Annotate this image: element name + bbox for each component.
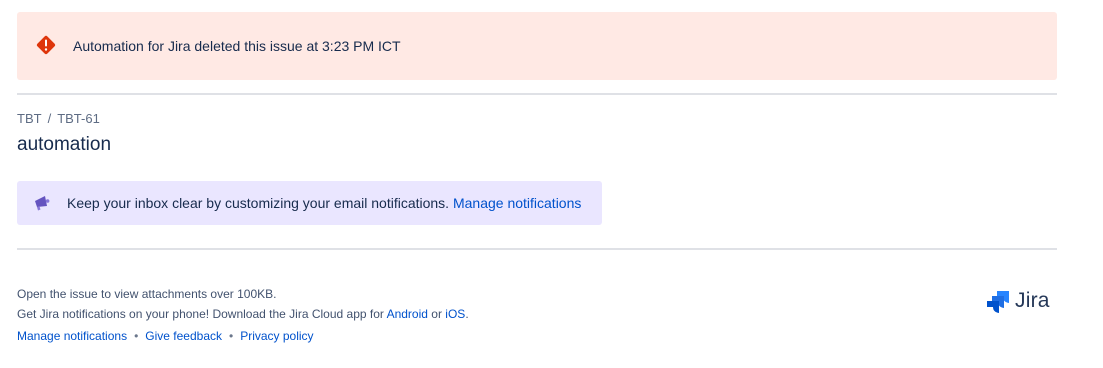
or-text: or bbox=[431, 307, 442, 321]
jira-logo[interactable]: Jira bbox=[985, 289, 1050, 313]
divider bbox=[17, 93, 1057, 95]
manage-notifications-link[interactable]: Manage notifications bbox=[453, 195, 581, 211]
breadcrumb-project-link[interactable]: TBT bbox=[17, 111, 42, 126]
period-text: . bbox=[465, 307, 469, 321]
notification-tip: Keep your inbox clear by customizing you… bbox=[17, 181, 602, 225]
notice-text-line: Keep your inbox clear by customizing you… bbox=[67, 195, 581, 211]
megaphone-icon bbox=[35, 196, 50, 211]
app-note-text: Get Jira notifications on your phone! Do… bbox=[17, 307, 384, 321]
breadcrumb-separator: / bbox=[47, 111, 52, 126]
footer-dot: • bbox=[134, 329, 139, 343]
android-link[interactable]: Android bbox=[387, 307, 428, 321]
ios-link[interactable]: iOS bbox=[445, 307, 465, 321]
attachments-note: Open the issue to view attachments over … bbox=[17, 287, 277, 301]
breadcrumb-issue-link[interactable]: TBT-61 bbox=[57, 111, 100, 126]
jira-logo-icon bbox=[987, 291, 1009, 313]
footer-links: Manage notifications • Give feedback • Priva… bbox=[17, 329, 314, 343]
privacy-policy-link[interactable]: Privacy policy bbox=[240, 329, 313, 343]
banner-message: Automation for Jira deleted this issue a… bbox=[73, 38, 401, 54]
give-feedback-link[interactable]: Give feedback bbox=[145, 329, 222, 343]
jira-wordmark: Jira bbox=[1015, 289, 1050, 312]
divider bbox=[17, 248, 1057, 250]
footer-dot: • bbox=[229, 329, 234, 343]
deleted-issue-banner: Automation for Jira deleted this issue a… bbox=[17, 12, 1057, 80]
issue-title[interactable]: automation bbox=[17, 134, 111, 156]
app-download-note: Get Jira notifications on your phone! Do… bbox=[17, 307, 469, 321]
footer-manage-notifications-link[interactable]: Manage notifications bbox=[17, 329, 127, 343]
breadcrumb: TBT / TBT-61 bbox=[17, 111, 100, 126]
error-diamond-icon bbox=[36, 35, 56, 55]
notice-message: Keep your inbox clear by customizing you… bbox=[67, 195, 450, 211]
